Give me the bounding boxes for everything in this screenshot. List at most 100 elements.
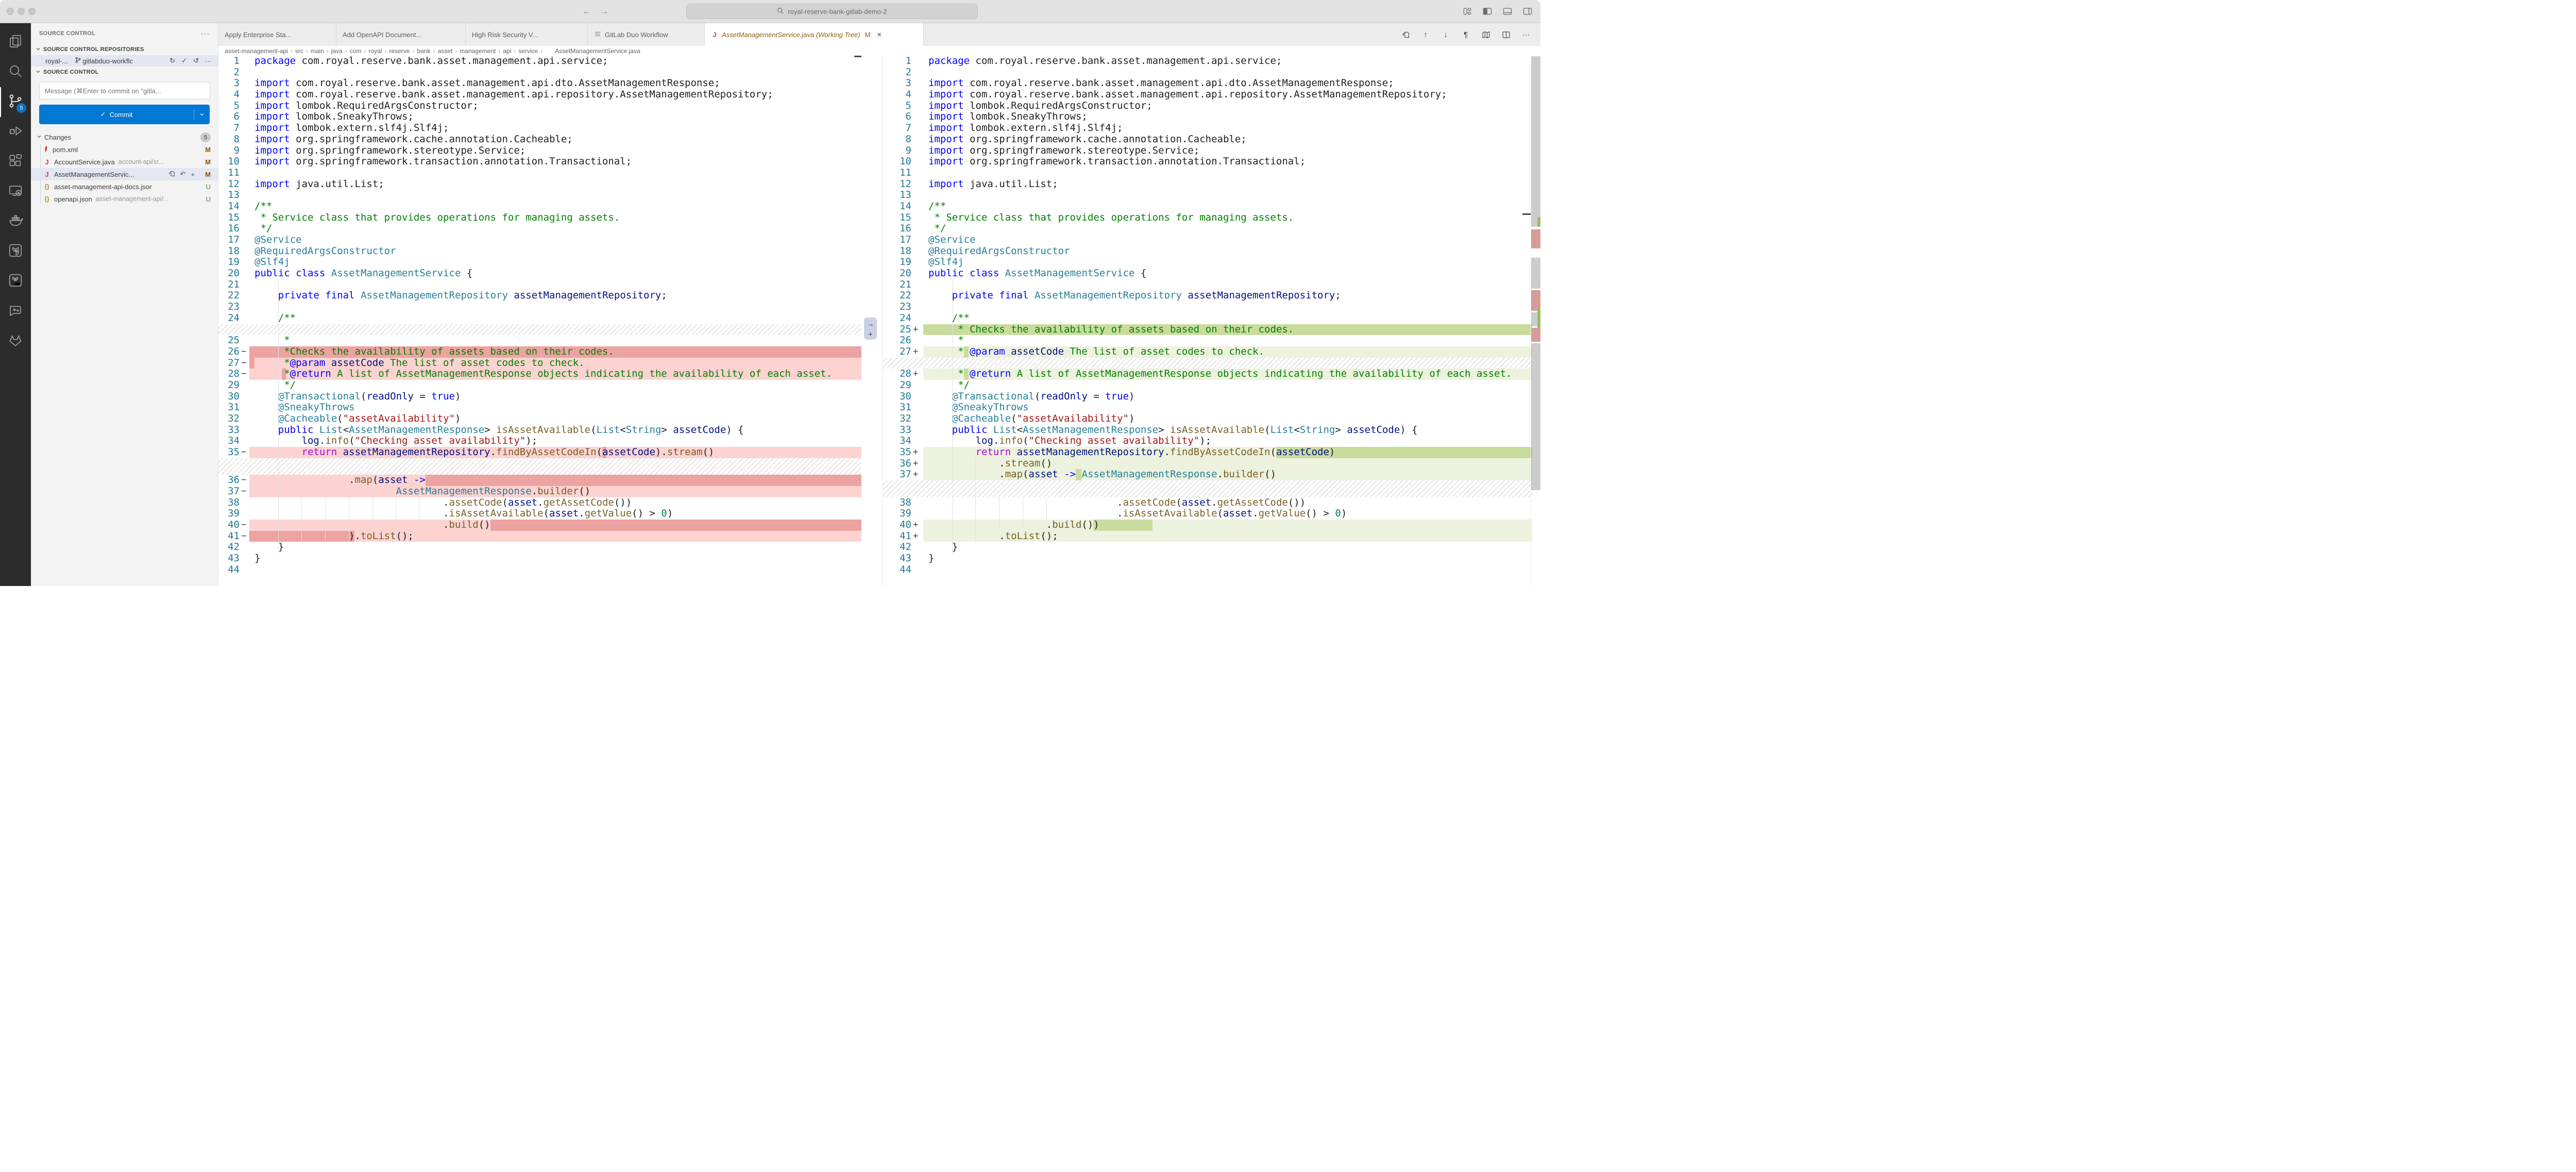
code-line[interactable]: 9import org.springframework.stereotype.S… [883,145,1532,157]
close-window-button[interactable] [7,8,14,15]
code-line[interactable]: 34 log.info("Checking asset availability… [883,436,1532,447]
file-row[interactable]: {}openapi.jsonasset-management-api/...U [31,193,218,205]
code-line[interactable]: 13 [883,190,1532,201]
code-line[interactable]: 42 } [883,542,1532,553]
code-line[interactable]: 8import org.springframework.cache.annota… [218,134,861,145]
back-icon[interactable]: ← [580,5,594,18]
toggle-whitespace-icon[interactable]: ¶ [1461,29,1471,40]
code-line[interactable]: 17@Service [883,235,1532,246]
breadcrumb-item[interactable]: main [311,47,324,55]
code-line[interactable]: 3import com.royal.reserve.bank.asset.man… [218,78,861,89]
code-line[interactable]: 43} [883,553,1532,564]
code-line[interactable]: 14/** [883,201,1532,212]
breadcrumb-item[interactable]: java [331,47,343,55]
code-line[interactable]: 22 private final AssetManagementReposito… [218,290,861,302]
code-line[interactable]: 15 * Service class that provides operati… [218,212,861,224]
code-line[interactable]: 13 [218,190,861,201]
commit-message-input[interactable] [39,82,210,99]
activity-bar-item[interactable] [0,207,31,237]
code-line[interactable]: 16 */ [883,223,1532,235]
code-line[interactable]: 8import org.springframework.cache.annota… [883,134,1532,145]
code-line[interactable]: 30 @Transactional(readOnly = true) [883,391,1532,403]
code-line[interactable]: 23 [883,302,1532,313]
activity-bar-item[interactable] [0,57,31,87]
tab-assetmanagementservice-java-wo[interactable]: JAssetManagementService.java (Working Tr… [705,23,924,46]
zoom-window-button[interactable] [28,8,36,15]
toggle-primary-sidebar-icon[interactable] [1481,5,1494,18]
breadcrumb-item[interactable]: asset-management-api [225,47,288,55]
modified-code[interactable]: 1package com.royal.reserve.bank.asset.ma… [883,56,1540,575]
code-line[interactable]: 33 public List<AssetManagementResponse> … [883,425,1532,436]
code-line[interactable]: 22 private final AssetManagementReposito… [883,290,1532,302]
code-line[interactable]: 39 .isAssetAvailable(asset.getValue() > … [218,508,861,520]
breadcrumb-item[interactable]: royal [368,47,382,55]
code-line[interactable]: 32 @Cacheable("assetAvailability") [883,413,1532,425]
changes-header[interactable]: Changes 5 [31,131,218,143]
tab-high-risk-security-v-[interactable]: High Risk Security V... [466,23,588,46]
commit-dropdown-button[interactable] [194,105,210,124]
tab-apply-enterprise-sta-[interactable]: Apply Enterprise Sta... [218,23,336,46]
activity-bar-item[interactable] [0,177,31,207]
open-changes-icon[interactable] [1400,29,1411,40]
repo-row[interactable]: royal-... gitlabduo-workflow ↻✓↺··· [31,55,218,66]
code-line[interactable]: 9import org.springframework.stereotype.S… [218,145,861,157]
code-line[interactable]: 37− AssetManagementResponse.builder() [218,486,861,497]
code-line[interactable]: 35+ return assetManagementRepository.fin… [883,447,1532,458]
original-code[interactable]: 1package com.royal.reserve.bank.asset.ma… [218,56,883,575]
open-preview-icon[interactable] [1481,29,1491,40]
scrollbar-slider[interactable] [1531,56,1540,227]
code-line[interactable]: 18@RequiredArgsConstructor [218,246,861,257]
code-line[interactable]: 36− .map(asset -> [218,475,861,486]
toggle-secondary-sidebar-icon[interactable] [1521,5,1534,18]
code-line[interactable]: 2 [218,67,861,78]
code-line[interactable]: 21 [883,279,1532,291]
code-line[interactable]: 1package com.royal.reserve.bank.asset.ma… [883,56,1532,67]
forward-icon[interactable]: → [598,5,611,18]
next-change-icon[interactable]: ↓ [1440,29,1451,40]
code-line[interactable]: 28+ * @return A list of AssetManagementR… [883,369,1532,380]
breadcrumb-item[interactable]: reserve [389,47,410,55]
code-line[interactable]: 18@RequiredArgsConstructor [883,246,1532,257]
code-line[interactable]: 30 @Transactional(readOnly = true) [218,391,861,403]
file-row[interactable]: JAssetManagementServic...↶+M [31,168,218,180]
code-line[interactable]: 24 /** [883,313,1532,324]
code-line[interactable]: 36+ .stream() [883,458,1532,470]
code-line[interactable]: 15 * Service class that provides operati… [883,212,1532,224]
toggle-panel-icon[interactable] [1501,5,1514,18]
code-line[interactable]: 29 */ [218,380,861,391]
code-line[interactable]: 24 /** [218,313,861,324]
code-line[interactable]: 33 public List<AssetManagementResponse> … [218,425,861,436]
breadcrumb-item[interactable]: asset [438,47,453,55]
stage-icon[interactable]: + [191,171,195,178]
code-line[interactable]: 42 } [218,542,861,553]
code-line[interactable]: 11 [218,168,861,179]
activity-bar-item[interactable] [0,237,31,266]
code-line[interactable]: 10import org.springframework.transaction… [883,156,1532,168]
code-line[interactable]: 11 [883,168,1532,179]
minimize-window-button[interactable] [18,8,25,15]
code-line[interactable]: 25+ * Checks the availability of assets … [883,324,1532,336]
code-line[interactable]: 5import lombok.RequiredArgsConstructor; [883,101,1532,112]
code-line[interactable]: 19@Slf4j [883,257,1532,268]
code-line[interactable]: 12import java.util.List; [883,179,1532,190]
code-line[interactable]: 4import com.royal.reserve.bank.asset.man… [883,89,1532,101]
previous-change-icon[interactable]: ↑ [1420,29,1431,40]
activity-bar-item[interactable] [0,266,31,296]
file-row[interactable]: JAccountService.javaaccount-api/sr...M [31,156,218,168]
breadcrumb-item[interactable]: com [350,47,362,55]
code-line[interactable]: 43} [218,553,861,564]
discard-icon[interactable]: ↶ [180,170,186,178]
code-line[interactable]: 6import lombok.SneakyThrows; [883,111,1532,123]
code-line[interactable]: 35− return assetManagementRepository.fin… [218,447,861,458]
plus-icon[interactable]: + [868,329,872,339]
activity-bar-item[interactable] [0,326,31,356]
customize-layout-icon[interactable] [1461,5,1474,18]
sync-icon[interactable]: ↻ [170,57,175,65]
code-line[interactable]: 27− *@param assetCode The list of asset … [218,358,861,369]
command-center-search[interactable]: royal-reserve-bank-gitlab-demo-2 [686,4,978,19]
code-line[interactable]: 40− .build() [218,520,861,531]
code-line[interactable]: 19@Slf4j [218,257,861,268]
code-line[interactable]: 26 * [883,335,1532,346]
code-line[interactable]: 4import com.royal.reserve.bank.asset.man… [218,89,861,101]
code-line[interactable]: 7import lombok.extern.slf4j.Slf4j; [883,123,1532,134]
